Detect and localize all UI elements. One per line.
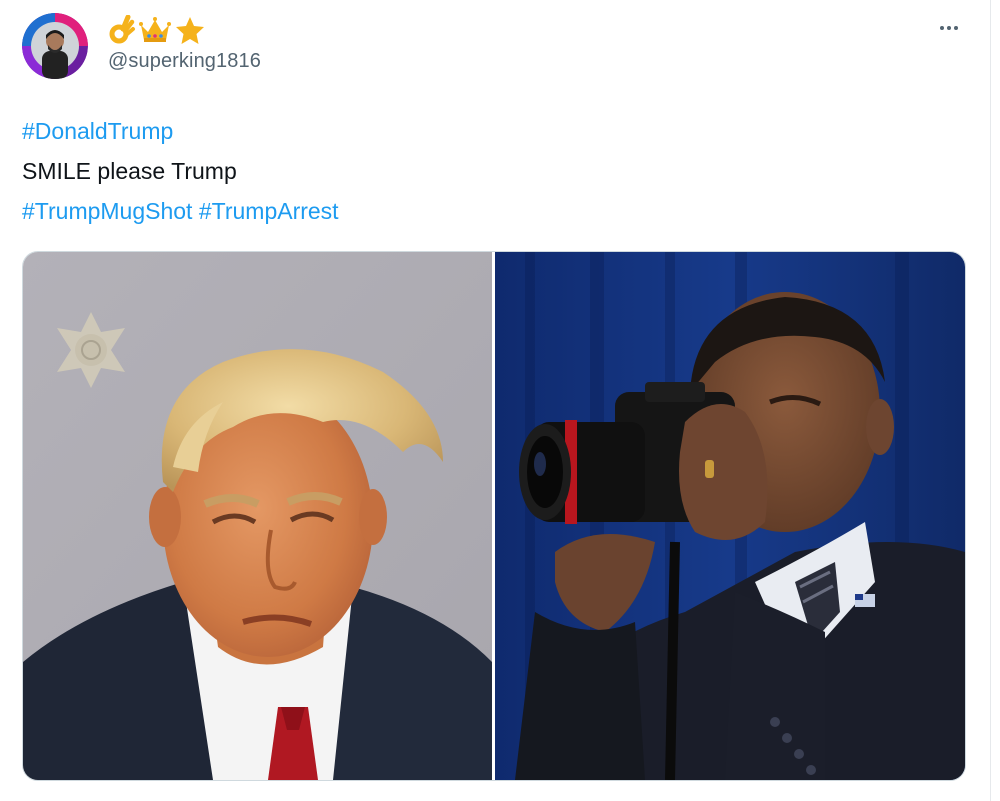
hashtag-donaldtrump[interactable]: #DonaldTrump [22,118,173,144]
mugshot-image [23,252,492,780]
avatar[interactable] [22,13,88,79]
star-emoji-icon [176,17,204,44]
more-dot [947,26,951,30]
tweet-text-line-3: #TrumpMugShot #TrumpArrest [22,196,339,226]
hashtag-trumparrest[interactable]: #TrumpArrest [199,198,339,224]
crown-emoji-icon [139,17,171,42]
more-options-button[interactable] [934,18,964,38]
ok-hand-emoji-icon [109,15,135,44]
avatar-image [22,13,88,79]
photo-left[interactable] [23,252,492,780]
tweet-card[interactable]: @superking1816 #DonaldTrump SMILE please… [0,0,991,801]
more-dot [954,26,958,30]
media-grid [22,251,966,781]
tweet-text-line-1: #DonaldTrump [22,116,173,146]
tweet-text-line-2: SMILE please Trump [22,158,237,184]
photographer-image [495,252,965,780]
author-handle[interactable]: @superking1816 [108,50,261,73]
hashtag-trumpmugshot[interactable]: #TrumpMugShot [22,198,192,224]
photo-right[interactable] [495,252,965,780]
display-name[interactable] [108,13,206,47]
more-horizontal-icon [940,26,944,30]
